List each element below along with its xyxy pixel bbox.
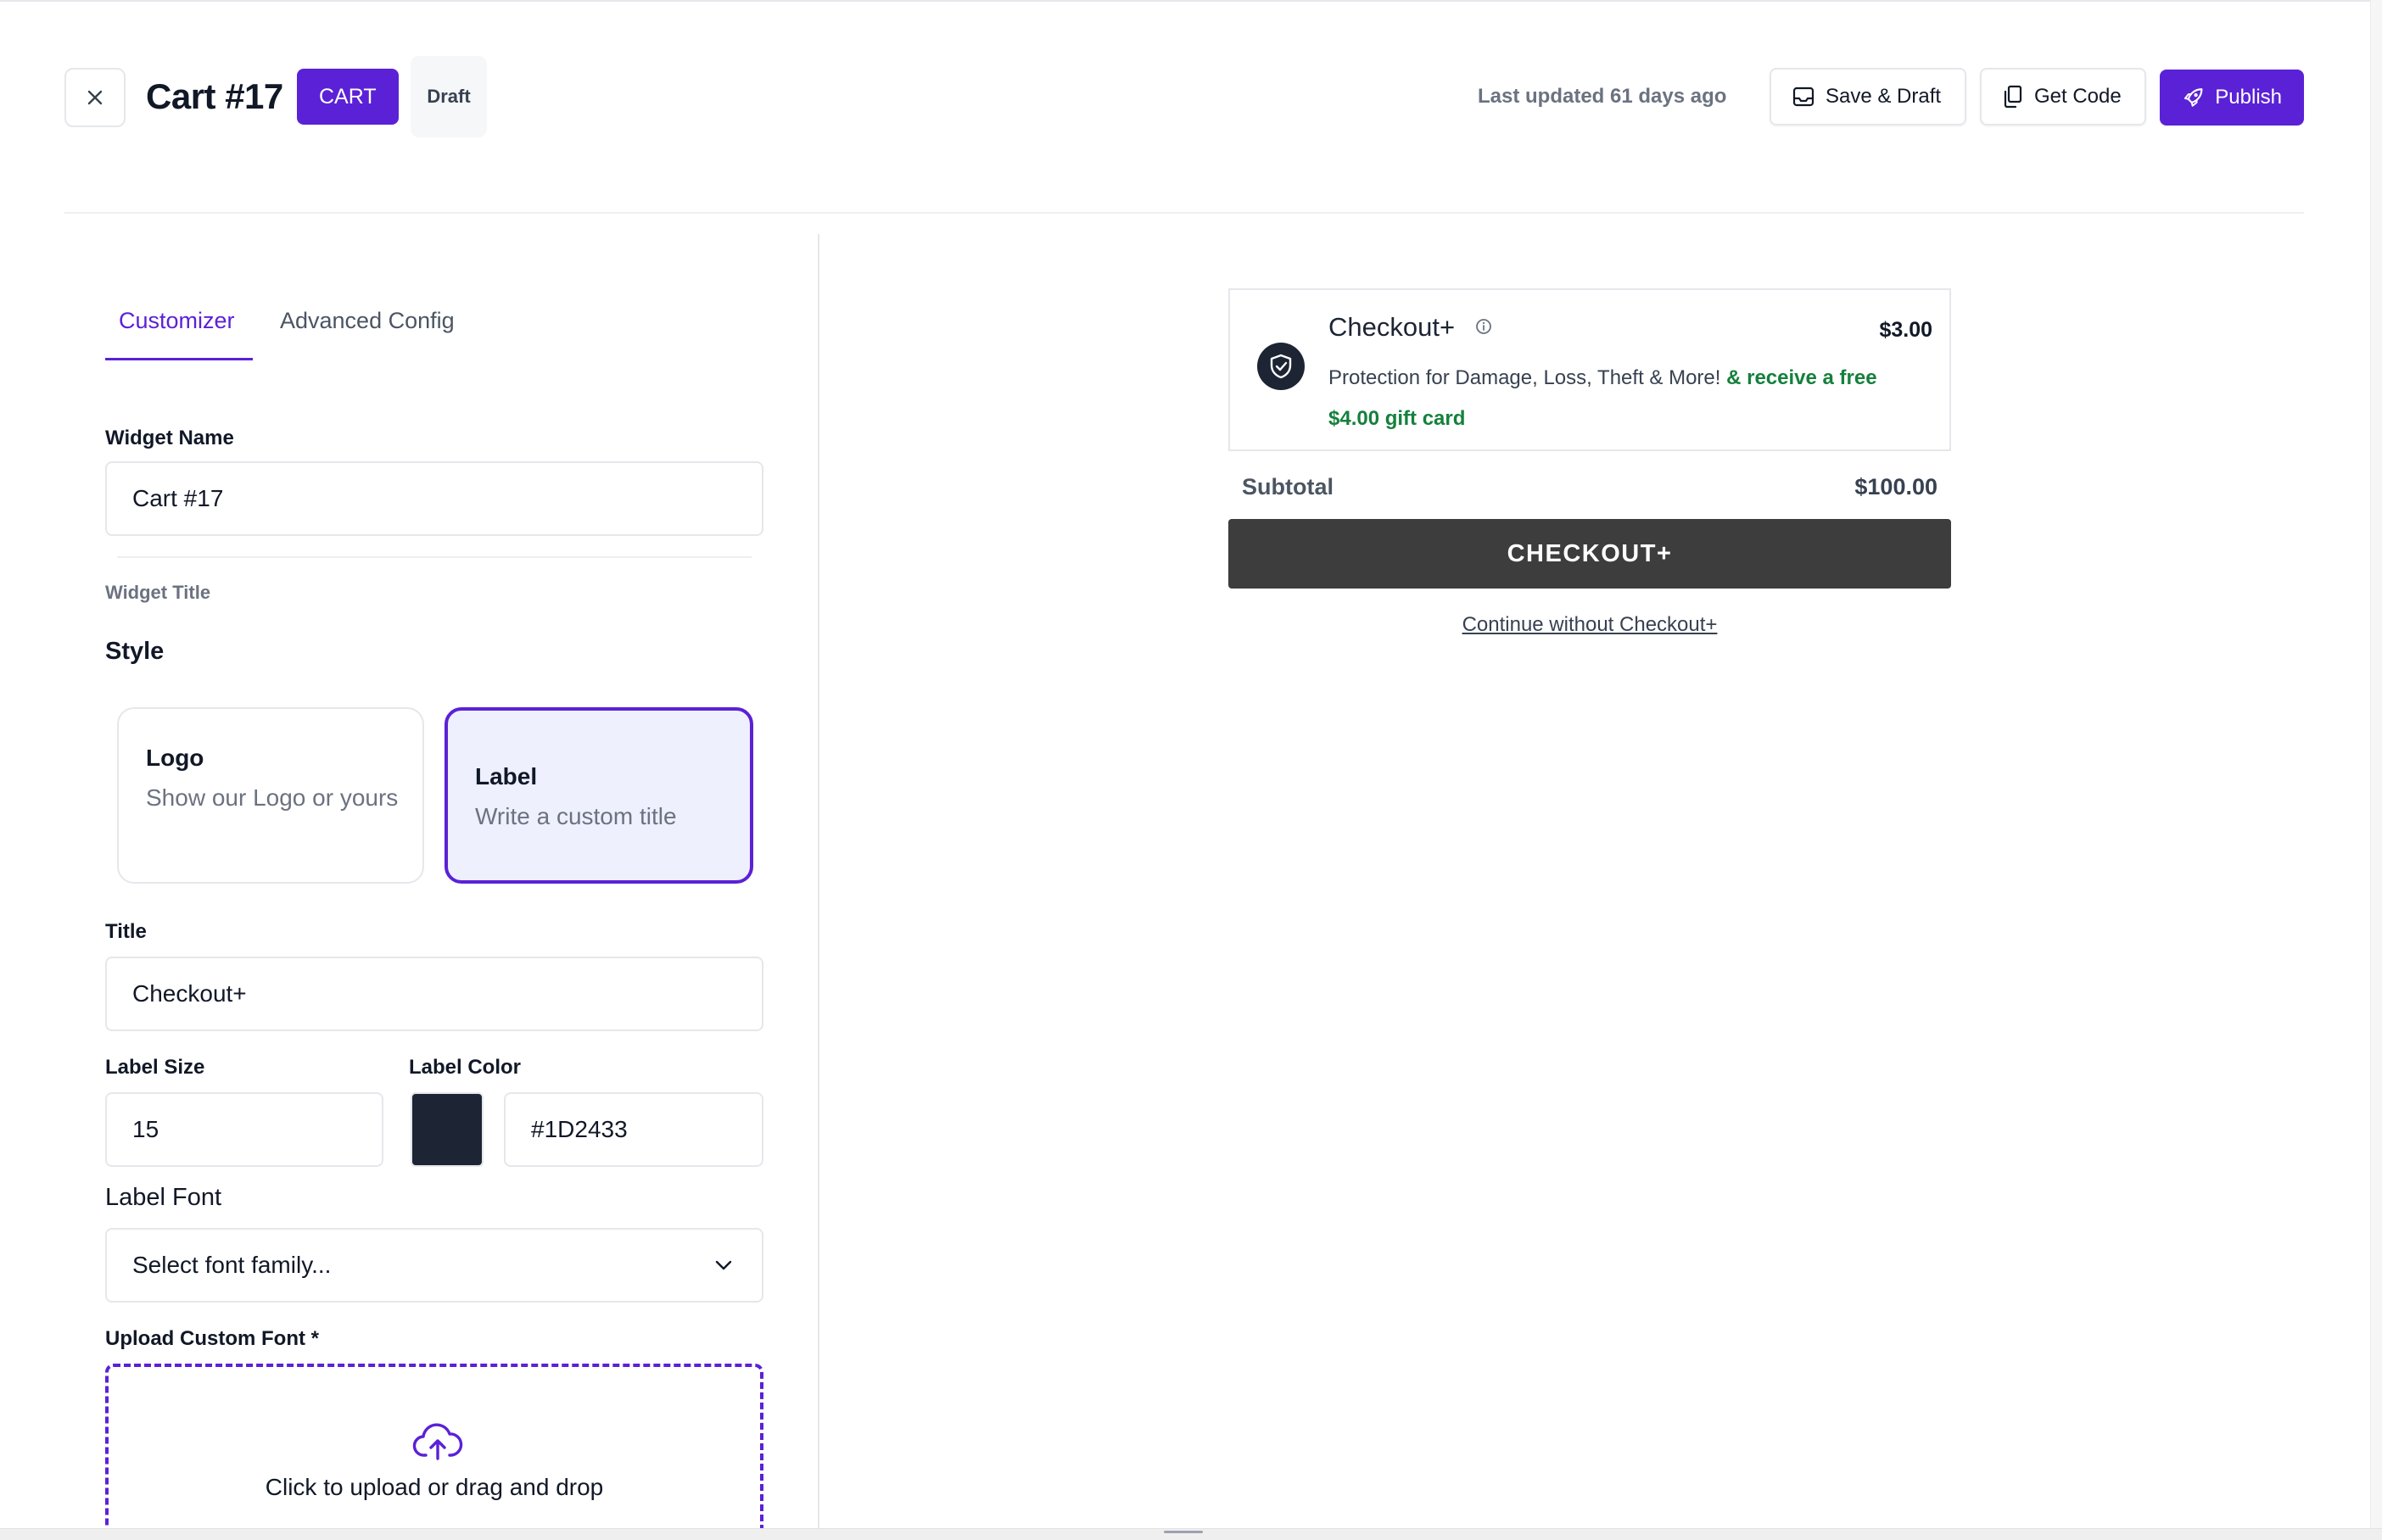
description-text: Protection for Damage, Loss, Theft & Mor…	[1328, 366, 1721, 389]
shield-check-icon	[1257, 343, 1305, 390]
style-option-label[interactable]: Label Write a custom title	[445, 707, 753, 884]
scroll-handle[interactable]	[1164, 1531, 1203, 1533]
close-button[interactable]	[64, 68, 126, 127]
info-icon[interactable]	[1474, 317, 1493, 336]
section-divider	[117, 556, 752, 558]
tab-advanced-config[interactable]: Advanced Config	[280, 305, 455, 336]
label-font-placeholder: Select font family...	[132, 1252, 332, 1278]
title-input[interactable]: Checkout+	[105, 957, 763, 1031]
status-badge: Draft	[411, 56, 487, 137]
panel-divider	[818, 234, 819, 1528]
get-code-label: Get Code	[2034, 85, 2122, 108]
save-draft-label: Save & Draft	[1826, 85, 1942, 108]
label-color-input[interactable]: #1D2433	[504, 1092, 763, 1167]
protection-price: $3.00	[1879, 318, 1932, 342]
type-badge: CART	[297, 69, 399, 125]
save-draft-button[interactable]: Save & Draft	[1770, 68, 1966, 126]
style-heading: Style	[105, 638, 165, 665]
label-font-label: Label Font	[105, 1184, 222, 1211]
protection-description: Protection for Damage, Loss, Theft & Mor…	[1328, 358, 1922, 439]
style-option-desc: Write a custom title	[475, 803, 677, 829]
label-size-label: Label Size	[105, 1056, 205, 1079]
color-swatch[interactable]	[411, 1092, 484, 1167]
close-icon	[87, 90, 103, 105]
publish-label: Publish	[2215, 86, 2282, 109]
protection-widget[interactable]: Checkout+ $3.00 Protection for Damage, L…	[1228, 288, 1951, 451]
vertical-scrollbar[interactable]	[2370, 0, 2382, 1540]
header-divider	[64, 212, 2304, 214]
tab-customizer[interactable]: Customizer	[119, 305, 235, 336]
continue-without-link[interactable]: Continue without Checkout+	[1228, 611, 1951, 639]
get-code-button[interactable]: Get Code	[1980, 68, 2146, 126]
subtotal-value: $100.00	[1854, 474, 1937, 499]
widget-title: Checkout+	[1328, 312, 1456, 342]
inbox-icon	[1792, 86, 1814, 107]
subtotal-label: Subtotal	[1242, 474, 1334, 499]
style-option-logo[interactable]: Logo Show our Logo or yours	[117, 707, 424, 884]
chevron-down-icon	[715, 1260, 732, 1270]
active-tab-indicator	[105, 358, 253, 360]
checkout-button[interactable]: CHECKOUT+	[1228, 519, 1951, 589]
title-label: Title	[105, 920, 147, 943]
label-size-input[interactable]: 15	[105, 1092, 383, 1167]
upload-font-label: Upload Custom Font *	[105, 1327, 319, 1350]
upload-text: Click to upload or drag and drop	[265, 1474, 604, 1500]
page-title: Cart #17	[146, 76, 283, 116]
last-updated-text: Last updated 61 days ago	[1478, 85, 1727, 108]
widget-title-section-label: Widget Title	[105, 582, 211, 603]
label-color-label: Label Color	[409, 1056, 522, 1079]
widget-name-input[interactable]: Cart #17	[105, 461, 763, 536]
style-option-title: Logo	[146, 745, 204, 771]
horizontal-scrollbar[interactable]	[0, 1528, 2382, 1540]
widget-name-label: Widget Name	[105, 427, 234, 449]
top-border	[0, 0, 2382, 2]
style-option-desc: Show our Logo or yours	[146, 784, 399, 811]
cloud-upload-icon	[412, 1423, 463, 1460]
rocket-icon	[2184, 88, 2203, 107]
copy-icon	[2004, 85, 2022, 109]
label-font-select[interactable]: Select font family...	[105, 1228, 763, 1303]
style-option-title: Label	[475, 763, 538, 790]
upload-dropzone[interactable]: Click to upload or drag and drop	[105, 1364, 763, 1540]
publish-button[interactable]: Publish	[2160, 70, 2304, 126]
